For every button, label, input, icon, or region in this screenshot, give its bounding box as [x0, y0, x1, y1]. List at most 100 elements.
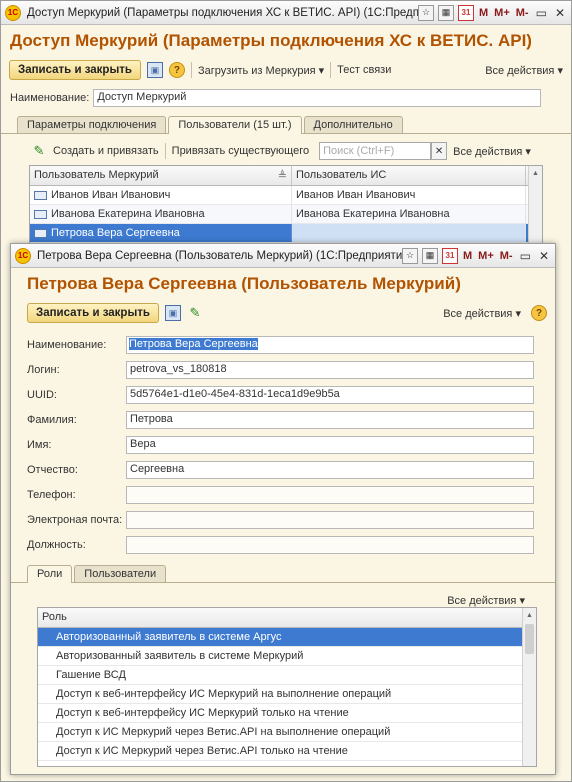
- memory-m-button[interactable]: M: [462, 250, 473, 262]
- dropdown-arrow-icon: ▾: [515, 307, 521, 320]
- search-input[interactable]: Поиск (Ctrl+F): [319, 142, 432, 160]
- user-record-icon: [34, 190, 47, 200]
- main-tabs: Параметры подключения Пользователи (15 ш…: [1, 114, 571, 134]
- memory-mminus-button[interactable]: M-: [499, 250, 514, 262]
- role-row[interactable]: Авторизованный заявитель в системе Мерку…: [38, 647, 536, 666]
- bind-existing-button[interactable]: Привязать существующего: [172, 145, 309, 157]
- calendar-icon[interactable]: 31: [442, 247, 458, 264]
- role-row[interactable]: Авторизованный заявитель в системе Аргус: [38, 628, 536, 647]
- name-field[interactable]: Доступ Меркурий: [93, 88, 542, 107]
- user-titlebar: 1C Петрова Вера Сергеевна (Пользователь …: [11, 244, 555, 268]
- scroll-up-icon[interactable]: ▲: [529, 166, 542, 180]
- col-user-mercury-label: Пользователь Меркурий: [34, 169, 159, 181]
- field-row-login: Логин: petrova_vs_180818: [11, 357, 555, 382]
- save-icon[interactable]: ▣: [146, 62, 163, 78]
- role-row[interactable]: Доступ к веб-интерфейсу ИС Меркурий на в…: [38, 685, 536, 704]
- help-icon[interactable]: ?: [168, 62, 185, 78]
- calculator-icon[interactable]: ▦: [422, 247, 438, 264]
- users-all-actions-menu[interactable]: Все действия ▾: [453, 145, 531, 158]
- login-field[interactable]: petrova_vs_180818: [126, 360, 534, 379]
- table-header: Пользователь Меркурий ≜ Пользователь ИС: [30, 166, 542, 186]
- create-bind-button[interactable]: Создать и привязать: [53, 145, 159, 157]
- field-row-last-name: Фамилия: Петрова: [11, 407, 555, 432]
- login-label: Логин:: [27, 363, 60, 376]
- all-actions-menu[interactable]: Все действия ▾: [485, 64, 563, 77]
- cell-user-is: [292, 224, 526, 242]
- cell-text: Петрова Вера Сергеевна: [51, 227, 180, 239]
- minimize-button[interactable]: ▭: [518, 249, 533, 263]
- memory-m-button[interactable]: M: [478, 7, 489, 19]
- tab-additional[interactable]: Дополнительно: [303, 116, 403, 133]
- uuid-label: UUID:: [27, 388, 57, 401]
- first-name-field[interactable]: Вера: [126, 435, 534, 454]
- calendar-icon[interactable]: 31: [458, 4, 474, 21]
- cell-user-mercury: Иванов Иван Иванович: [30, 186, 292, 204]
- users-table: Пользователь Меркурий ≜ Пользователь ИС …: [29, 165, 543, 245]
- role-row[interactable]: Доступ к ИС Меркурий через Ветис.API тол…: [38, 742, 536, 761]
- all-actions-menu[interactable]: Все действия ▾: [443, 307, 521, 320]
- roles-table-scrollbar[interactable]: ▲: [522, 608, 536, 766]
- col-user-mercury[interactable]: Пользователь Меркурий ≜: [30, 166, 292, 185]
- help-icon[interactable]: ?: [531, 305, 547, 321]
- role-name: Авторизованный заявитель в системе Аргус: [56, 631, 282, 643]
- tab-users[interactable]: Пользователи (15 шт.): [168, 116, 302, 134]
- last-name-label: Фамилия:: [27, 413, 77, 426]
- middle-name-label: Отчество:: [27, 463, 78, 476]
- cell-text: Иванова Екатерина Ивановна: [51, 208, 205, 220]
- roles-all-actions-menu[interactable]: Все действия ▾: [447, 594, 525, 607]
- table-row[interactable]: Иванова Екатерина Ивановна Иванова Екате…: [30, 205, 542, 224]
- role-name: Гашение ВСД: [56, 669, 126, 681]
- uuid-field[interactable]: 5d5764e1-d1e0-45e4-831d-1eca1d9e9b5a: [126, 385, 534, 404]
- tab-users[interactable]: Пользователи: [74, 565, 167, 582]
- load-from-mercury-menu[interactable]: Загрузить из Меркурия ▾: [198, 64, 324, 77]
- role-row[interactable]: Доступ к ИС Меркурий через Ветис.API на …: [38, 723, 536, 742]
- name-field[interactable]: Петрова Вера Сергеевна: [126, 335, 534, 354]
- tab-connection-params[interactable]: Параметры подключения: [17, 116, 167, 133]
- cell-user-is: Иванов Иван Иванович: [292, 186, 526, 204]
- favorite-star-icon[interactable]: ☆: [402, 247, 418, 264]
- scroll-thumb[interactable]: [525, 624, 534, 654]
- cell-user-mercury: Иванова Екатерина Ивановна: [30, 205, 292, 223]
- edit-pencil-icon[interactable]: ✎: [31, 143, 47, 159]
- favorite-star-icon[interactable]: ☆: [418, 4, 434, 21]
- table-row[interactable]: Иванов Иван Иванович Иванов Иван Иванови…: [30, 186, 542, 205]
- roles-body: Авторизованный заявитель в системе Аргус…: [38, 628, 536, 761]
- email-field[interactable]: [126, 510, 534, 529]
- user-record-icon: [34, 228, 47, 238]
- users-toolbar: ✎ Создать и привязать Привязать существу…: [1, 138, 571, 164]
- close-button[interactable]: ✕: [553, 6, 567, 20]
- field-row-first-name: Имя: Вера: [11, 432, 555, 457]
- users-table-scrollbar[interactable]: ▲: [528, 166, 542, 244]
- edit-pencil-icon[interactable]: ✎: [187, 305, 203, 321]
- minimize-button[interactable]: ▭: [534, 6, 549, 20]
- position-label: Должность:: [27, 538, 86, 551]
- calculator-icon[interactable]: ▦: [438, 4, 454, 21]
- main-window-title: Доступ Меркурий (Параметры подключения Х…: [27, 6, 418, 19]
- role-row[interactable]: Гашение ВСД: [38, 666, 536, 685]
- memory-mplus-button[interactable]: M+: [493, 7, 511, 19]
- clear-search-icon[interactable]: ✕: [431, 142, 448, 160]
- save-close-button[interactable]: Записать и закрыть: [27, 303, 159, 323]
- app-logo-icon: 1C: [5, 4, 21, 21]
- phone-field[interactable]: [126, 485, 534, 504]
- close-button[interactable]: ✕: [537, 249, 551, 263]
- last-name-field[interactable]: Петрова: [126, 410, 534, 429]
- scroll-up-icon[interactable]: ▲: [523, 608, 536, 622]
- dropdown-arrow-icon: ▾: [525, 145, 531, 158]
- dropdown-arrow-icon: ▾: [318, 64, 325, 77]
- save-icon[interactable]: ▣: [164, 305, 181, 321]
- save-close-button[interactable]: Записать и закрыть: [9, 60, 141, 80]
- role-row[interactable]: Доступ к веб-интерфейсу ИС Меркурий толь…: [38, 704, 536, 723]
- col-role[interactable]: Роль: [38, 608, 522, 627]
- memory-mminus-button[interactable]: M-: [515, 7, 530, 19]
- position-field[interactable]: [126, 535, 534, 554]
- memory-mplus-button[interactable]: M+: [477, 250, 495, 262]
- first-name-label: Имя:: [27, 438, 52, 451]
- test-connection-button[interactable]: Тест связи: [337, 64, 391, 76]
- middle-name-field[interactable]: Сергеевна: [126, 460, 534, 479]
- user-tabs: Роли Пользователи: [11, 563, 555, 583]
- table-row[interactable]: Петрова Вера Сергеевна: [30, 224, 542, 243]
- name-row: Наименование: Доступ Меркурий: [1, 85, 571, 110]
- col-user-is[interactable]: Пользователь ИС: [292, 166, 526, 185]
- tab-roles[interactable]: Роли: [27, 565, 73, 583]
